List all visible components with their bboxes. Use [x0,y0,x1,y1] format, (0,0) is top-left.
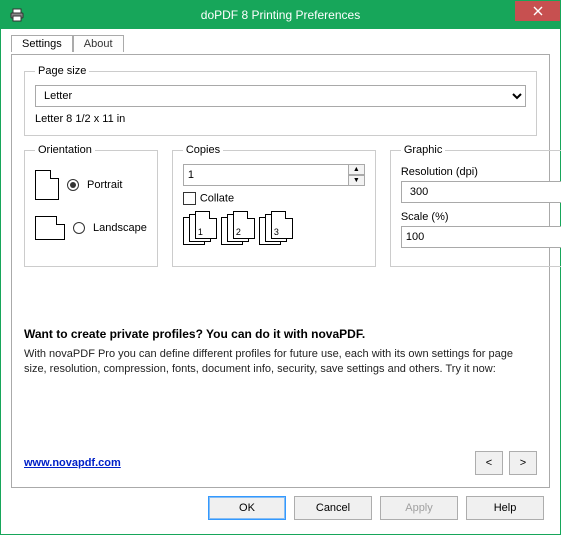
window: doPDF 8 Printing Preferences Settings Ab… [0,0,561,535]
page-size-legend: Page size [35,65,89,77]
graphic-legend: Graphic [401,144,446,156]
collate-label: Collate [200,192,234,204]
tab-strip: Settings About [11,35,554,52]
scale-label: Scale (%) [401,211,561,223]
collate-option[interactable]: Collate [183,192,365,205]
page-size-group: Page size Letter Letter 8 1/2 x 11 in [24,65,537,136]
promo-next-button[interactable]: > [509,451,537,475]
landscape-page-icon [35,216,65,240]
scale-input[interactable] [401,226,561,248]
copies-spinner[interactable]: ▲ ▼ [183,164,365,186]
page-size-select[interactable]: Letter [35,85,526,107]
client-area: Settings About Page size Letter Letter 8… [7,29,554,528]
promo-body: With novaPDF Pro you can define differen… [24,347,537,377]
promo-section: Want to create private profiles? You can… [24,327,537,377]
graphic-group: Graphic Resolution (dpi) 300 Scale (%) ▲ [390,144,561,267]
promo-prev-button[interactable]: < [475,451,503,475]
window-title: doPDF 8 Printing Preferences [1,8,560,22]
orientation-legend: Orientation [35,144,95,156]
promo-heading: Want to create private profiles? You can… [24,327,537,341]
orientation-portrait[interactable]: Portrait [35,170,147,200]
collate-illustration: 1 2 3 [183,211,365,247]
apply-button: Apply [380,496,458,520]
stack-3-icon: 3 [259,211,295,247]
landscape-label: Landscape [93,222,147,234]
cancel-button[interactable]: Cancel [294,496,372,520]
copies-input[interactable] [183,164,349,186]
copies-down[interactable]: ▼ [349,175,365,186]
page-size-dimensions: Letter 8 1/2 x 11 in [35,113,526,125]
resolution-label: Resolution (dpi) [401,166,561,178]
collate-checkbox[interactable] [183,192,196,205]
copies-legend: Copies [183,144,223,156]
portrait-page-icon [35,170,59,200]
help-button[interactable]: Help [466,496,544,520]
stack-1-icon: 1 [183,211,219,247]
resolution-select[interactable]: 300 [401,181,561,203]
portrait-label: Portrait [87,179,122,191]
novapdf-link[interactable]: www.novapdf.com [24,457,121,469]
landscape-radio[interactable] [73,222,85,234]
settings-panel: Page size Letter Letter 8 1/2 x 11 in Or… [11,54,550,488]
stack-2-icon: 2 [221,211,257,247]
printer-icon [9,7,25,23]
orientation-group: Orientation Portrait Landscape [24,144,158,267]
close-button[interactable] [515,1,560,21]
dialog-buttons: OK Cancel Apply Help [208,496,544,520]
copies-group: Copies ▲ ▼ Collate [172,144,376,267]
promo-footer: www.novapdf.com < > [24,451,537,475]
tab-about[interactable]: About [73,35,124,52]
scale-spinner[interactable]: ▲ ▼ [401,226,561,248]
copies-up[interactable]: ▲ [349,164,365,175]
orientation-landscape[interactable]: Landscape [35,216,147,240]
ok-button[interactable]: OK [208,496,286,520]
tab-settings[interactable]: Settings [11,35,73,52]
portrait-radio[interactable] [67,179,79,191]
titlebar: doPDF 8 Printing Preferences [1,1,560,29]
